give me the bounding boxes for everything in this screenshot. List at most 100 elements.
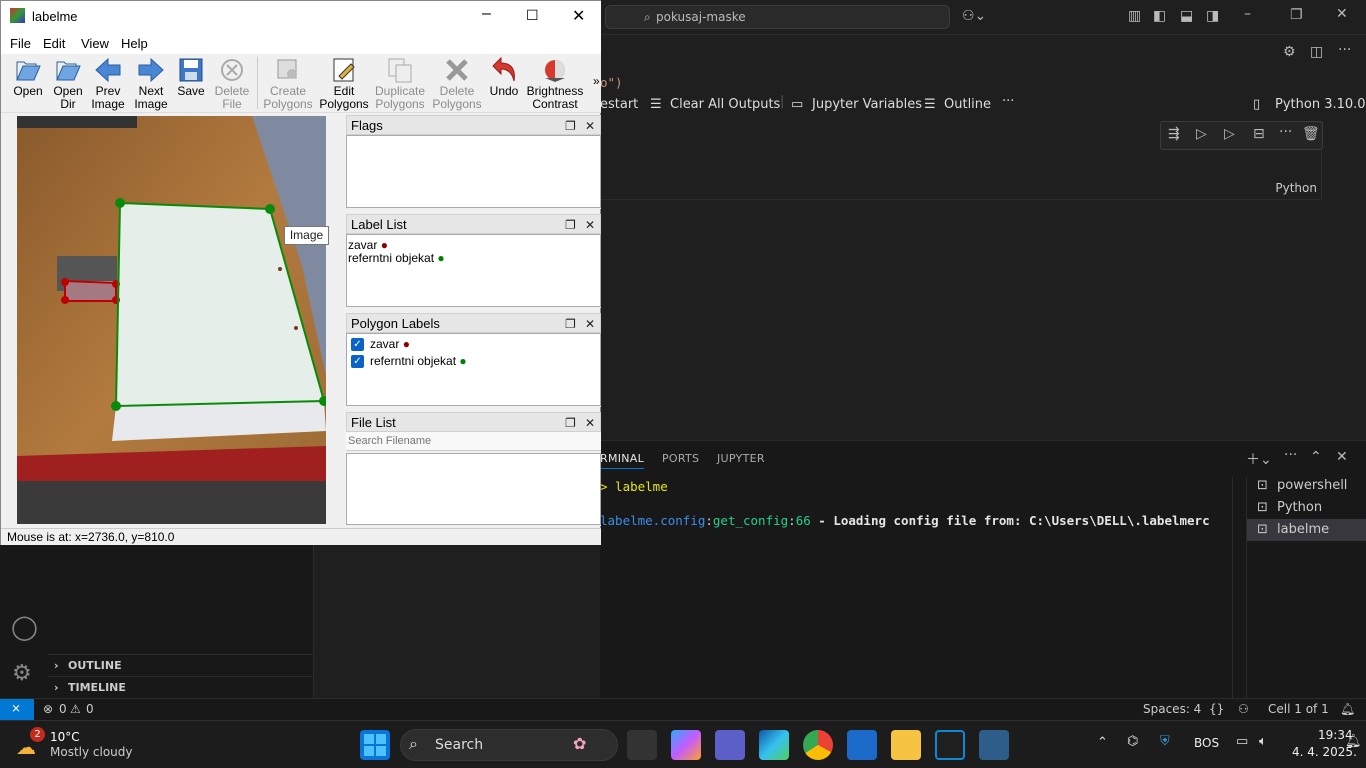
menu-view[interactable]: View xyxy=(81,36,109,51)
python-labelme-icon[interactable] xyxy=(979,730,1009,760)
float-dock-icon[interactable]: ❐ xyxy=(565,314,576,334)
settings-gear-icon[interactable]: ⚙ xyxy=(1283,44,1296,60)
command-center-search[interactable]: ⌕ pokusaj-maske xyxy=(605,5,950,29)
label-list-item[interactable]: referntni objekat ● xyxy=(348,251,445,265)
chrome-icon[interactable] xyxy=(803,730,833,760)
execute-cell-below-icon[interactable]: ▷ xyxy=(1224,126,1235,142)
terminal-item-labelme[interactable]: ⊡ labelme xyxy=(1247,519,1366,541)
vscode-icon[interactable] xyxy=(935,730,965,760)
cell-more-icon[interactable]: ··· xyxy=(1279,124,1292,140)
network-icon[interactable]: ⌬ xyxy=(1127,734,1138,749)
task-view-icon[interactable] xyxy=(627,730,657,760)
cell-language-label[interactable]: Python xyxy=(1275,181,1317,195)
float-dock-icon[interactable]: ❐ xyxy=(565,413,576,433)
language-indicator[interactable]: BOS xyxy=(1194,736,1219,750)
notifications-bell-icon[interactable]: 🔔︎ xyxy=(1340,702,1355,716)
notification-bell-icon[interactable]: 🔔︎ xyxy=(1345,734,1362,749)
polygon-label-item[interactable]: zavar ● xyxy=(370,337,410,351)
display-icon[interactable]: ▭ xyxy=(1236,734,1248,749)
polygon-label-item[interactable]: referntni objekat ● xyxy=(370,354,467,368)
polygon-checkbox[interactable]: ✓ xyxy=(351,338,364,351)
open-button[interactable]: Open xyxy=(9,56,47,112)
jupyter-variables-button[interactable]: Jupyter Variables xyxy=(812,97,922,112)
timeline-section[interactable]: › TIMELINE xyxy=(48,676,314,698)
undo-button[interactable]: Undo xyxy=(487,56,521,112)
weather-widget[interactable]: ☁ 2 10°C Mostly cloudy xyxy=(14,727,144,763)
restart-button[interactable]: estart xyxy=(600,97,638,112)
error-count[interactable]: 0 xyxy=(59,702,67,716)
toolbar-overflow-button[interactable]: » xyxy=(593,74,600,88)
tab-jupyter[interactable]: JUPYTER xyxy=(717,452,765,465)
copilot-icon[interactable]: ⚇⌄ xyxy=(962,8,986,24)
brightness-contrast-button[interactable]: Brightness Contrast xyxy=(525,56,585,112)
close-icon[interactable]: ✕ xyxy=(572,6,585,26)
security-shield-icon[interactable]: ⛨ xyxy=(1160,734,1170,749)
image-canvas[interactable] xyxy=(17,116,326,524)
edit-polygons-button[interactable]: Edit Polygons xyxy=(319,56,369,112)
store-icon[interactable] xyxy=(847,730,877,760)
kernel-picker[interactable]: Python 3.10.0 xyxy=(1275,97,1366,112)
terminal-item-powershell[interactable]: ⊡ powershell xyxy=(1247,475,1366,497)
new-terminal-icon[interactable]: ＋⌄ xyxy=(1246,449,1272,469)
copilot-status-icon[interactable]: ⚇ xyxy=(1238,702,1249,716)
toggle-panel-icon[interactable]: ⬓ xyxy=(1180,8,1193,24)
prev-image-button[interactable]: Prev Image xyxy=(89,56,127,112)
float-dock-icon[interactable]: ❐ xyxy=(565,215,576,235)
open-dir-button[interactable]: Open Dir xyxy=(49,56,87,112)
start-button[interactable] xyxy=(360,730,390,760)
copilot-app-icon[interactable] xyxy=(671,730,701,760)
tab-terminal[interactable]: RMINAL xyxy=(600,452,645,469)
close-dock-icon[interactable]: ✕ xyxy=(585,116,595,136)
polygon-checkbox[interactable]: ✓ xyxy=(351,355,364,368)
language-braces[interactable]: {} xyxy=(1209,702,1224,716)
file-list[interactable] xyxy=(346,453,601,525)
panel-more-icon[interactable]: ··· xyxy=(1284,447,1297,463)
warning-count[interactable]: 0 xyxy=(86,702,94,716)
clear-all-outputs-button[interactable]: Clear All Outputs xyxy=(670,97,780,112)
minimize-icon[interactable]: – xyxy=(1244,6,1251,22)
taskbar-search[interactable]: ⌕ Search ✿ xyxy=(400,729,618,761)
file-explorer-icon[interactable] xyxy=(891,730,921,760)
outline-button[interactable]: Outline xyxy=(944,97,991,112)
close-icon[interactable]: ✕ xyxy=(1336,6,1348,22)
volume-icon[interactable]: 🔈︎ xyxy=(1259,734,1267,749)
labelme-titlebar[interactable]: labelme – ☐ ✕ xyxy=(1,1,601,32)
execute-below-icon[interactable]: ▷ xyxy=(1196,126,1207,142)
delete-cell-icon[interactable]: 🗑 xyxy=(1302,126,1320,142)
notebook-cell[interactable]: Python xyxy=(600,143,1322,200)
edge-icon[interactable] xyxy=(759,730,789,760)
label-list[interactable]: zavar ● referntni objekat ● xyxy=(346,234,601,307)
close-dock-icon[interactable]: ✕ xyxy=(585,215,595,235)
split-editor-icon[interactable]: ◫ xyxy=(1310,44,1323,60)
remote-indicator[interactable]: ⨯ xyxy=(0,699,34,721)
menu-file[interactable]: File xyxy=(10,36,31,51)
float-dock-icon[interactable]: ❐ xyxy=(565,116,576,136)
duplicate-polygons-button[interactable]: Duplicate Polygons xyxy=(373,56,427,112)
toolbar-more-icon[interactable]: ··· xyxy=(1002,94,1014,109)
flags-list[interactable] xyxy=(346,135,601,208)
cell-position[interactable]: Cell 1 of 1 xyxy=(1268,702,1329,716)
accounts-icon[interactable]: ◯ xyxy=(11,613,38,641)
restore-icon[interactable]: ❐ xyxy=(1290,7,1303,23)
label-list-item[interactable]: zavar ● xyxy=(348,238,388,252)
manage-gear-icon[interactable]: ⚙ xyxy=(12,661,32,686)
more-actions-icon[interactable]: ··· xyxy=(1338,42,1351,58)
outline-section[interactable]: › OUTLINE xyxy=(48,654,314,676)
split-cell-icon[interactable]: ⊟ xyxy=(1253,126,1265,142)
close-dock-icon[interactable]: ✕ xyxy=(585,314,595,334)
toggle-primary-sidebar-icon[interactable]: ◧ xyxy=(1153,8,1166,24)
toggle-secondary-sidebar-icon[interactable]: ◨ xyxy=(1206,8,1219,24)
teams-icon[interactable] xyxy=(715,730,745,760)
terminal-scrollbar[interactable] xyxy=(1232,477,1246,698)
file-search-input[interactable] xyxy=(346,432,601,451)
show-hidden-icons[interactable]: ⌃ xyxy=(1097,735,1108,750)
polygon-labels-list[interactable]: ✓ zavar ● ✓ referntni objekat ● xyxy=(346,333,601,406)
delete-file-button[interactable]: Delete File xyxy=(211,56,253,112)
create-polygons-button[interactable]: Create Polygons xyxy=(261,56,315,112)
minimize-icon[interactable]: – xyxy=(482,5,491,23)
terminal-item-python[interactable]: ⊡ Python xyxy=(1247,497,1366,519)
menu-edit[interactable]: Edit xyxy=(43,36,65,51)
close-dock-icon[interactable]: ✕ xyxy=(585,413,595,433)
run-above-icon[interactable]: ⇶ xyxy=(1168,126,1180,142)
layout-customize-icon[interactable]: ▥ xyxy=(1128,8,1141,24)
